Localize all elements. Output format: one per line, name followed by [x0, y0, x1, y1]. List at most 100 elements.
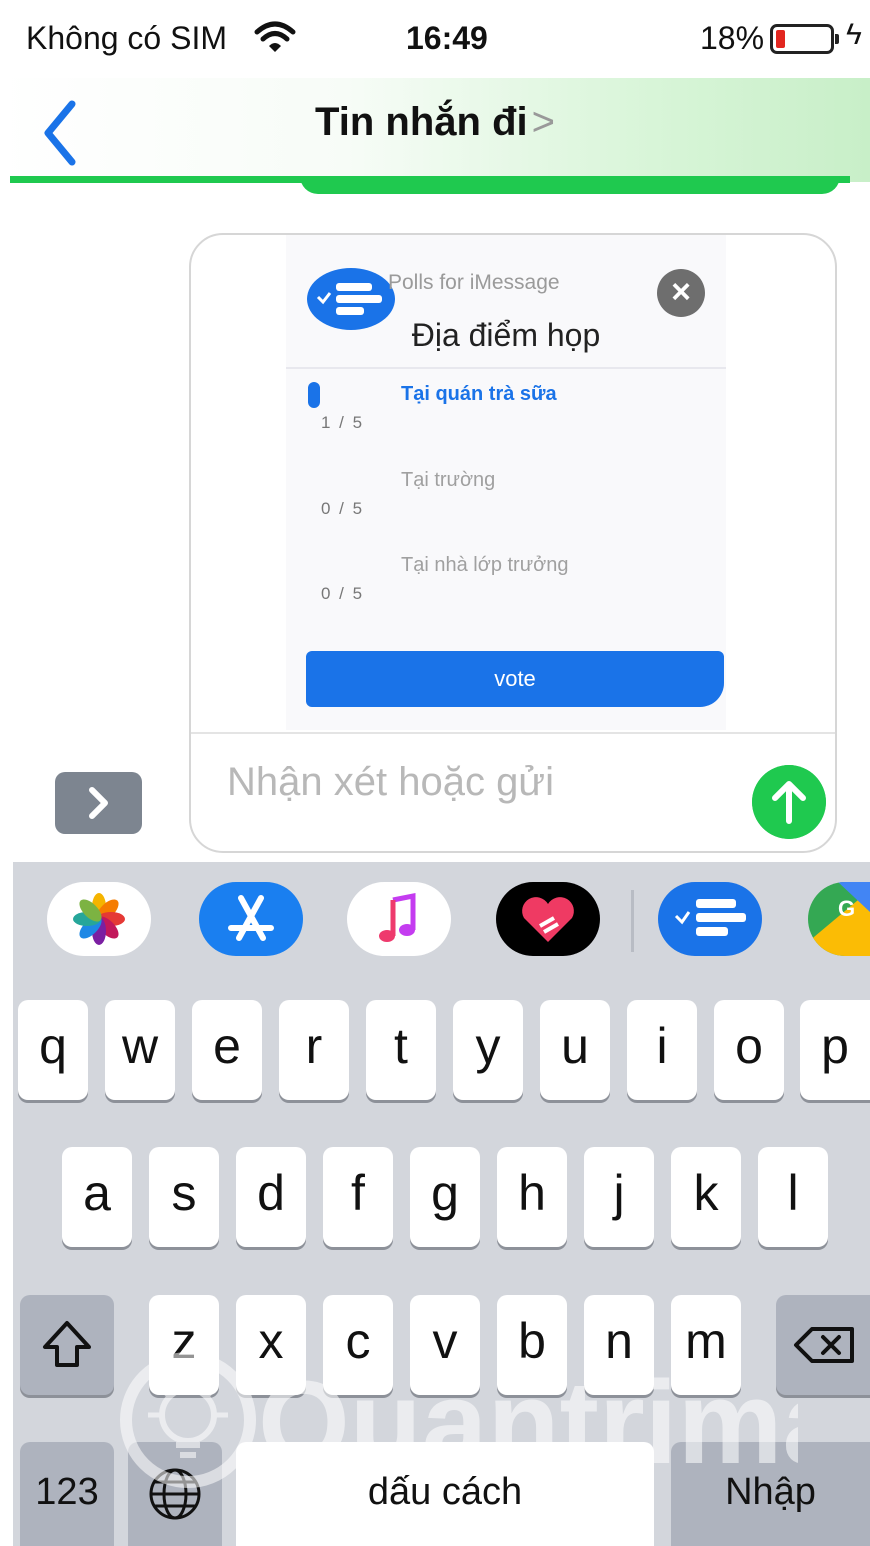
key-label: a [83, 1165, 111, 1221]
backspace-icon [794, 1327, 854, 1363]
key-c[interactable]: c [323, 1295, 393, 1395]
carrier-label: Không có SIM [26, 20, 227, 56]
key-label: y [475, 1018, 501, 1074]
key-label: c [345, 1313, 371, 1369]
key-z[interactable]: z [149, 1295, 219, 1395]
battery-icon [770, 24, 839, 54]
key-label: v [432, 1313, 458, 1369]
conversation-title-text: Tin nhắn đi [315, 100, 528, 144]
key-h[interactable]: h [497, 1147, 567, 1247]
key-j[interactable]: j [584, 1147, 654, 1247]
key-o[interactable]: o [714, 1000, 784, 1100]
battery-percent: 18% [700, 20, 765, 56]
poll-option-label[interactable]: Tại trường [401, 469, 495, 492]
key-label: n [605, 1313, 633, 1369]
key-label: p [821, 1018, 849, 1074]
key-v[interactable]: v [410, 1295, 480, 1395]
globe-icon [149, 1468, 201, 1520]
key-b[interactable]: b [497, 1295, 567, 1395]
svg-text:G: G [838, 896, 855, 921]
music-icon[interactable] [347, 882, 451, 956]
key-label: u [561, 1018, 589, 1074]
key-k[interactable]: k [671, 1147, 741, 1247]
key-l[interactable]: l [758, 1147, 828, 1247]
message-compose-card: Polls for iMessage × Địa điểm họp Tại qu… [189, 233, 837, 853]
poll-option-count: 0 / 5 [321, 584, 365, 603]
close-icon[interactable]: × [657, 269, 705, 317]
navigation-bar: Tin nhắn đi > [0, 78, 870, 182]
shift-icon [43, 1321, 91, 1367]
status-bar: Không có SIM 16:49 18% ϟ [0, 0, 870, 78]
key-i[interactable]: i [627, 1000, 697, 1100]
key-m[interactable]: m [671, 1295, 741, 1395]
key-label: q [39, 1018, 67, 1074]
key-label: o [735, 1018, 763, 1074]
app-strip-separator [631, 890, 634, 952]
key-r[interactable]: r [279, 1000, 349, 1100]
key-label: w [121, 1018, 159, 1074]
key-label: k [693, 1165, 719, 1221]
expand-apps-button[interactable] [55, 772, 142, 834]
key-label: Nhập [725, 1471, 816, 1513]
key-label: l [787, 1165, 799, 1221]
key-a[interactable]: a [62, 1147, 132, 1247]
key-y[interactable]: y [453, 1000, 523, 1100]
key-label: d [257, 1165, 285, 1221]
key-label: s [171, 1165, 197, 1221]
key-d[interactable]: d [236, 1147, 306, 1247]
key-n[interactable]: n [584, 1295, 654, 1395]
polls-icon[interactable] [658, 882, 762, 956]
key-label: z [171, 1313, 197, 1369]
poll-app-name: Polls for iMessage [388, 271, 560, 294]
message-input[interactable]: Nhận xét hoặc gửi [227, 760, 554, 805]
return-key[interactable]: Nhập [671, 1442, 870, 1546]
chevron-right-icon [89, 787, 108, 819]
send-arrow-icon[interactable] [752, 765, 826, 839]
poll-option-vote-bar [308, 382, 320, 408]
google-maps-icon[interactable]: G [808, 882, 870, 956]
key-g[interactable]: g [410, 1147, 480, 1247]
key-label: b [518, 1313, 546, 1369]
key-s[interactable]: s [149, 1147, 219, 1247]
space-key[interactable]: dấu cách [236, 1442, 654, 1546]
key-label: f [351, 1165, 365, 1221]
key-label: m [685, 1313, 727, 1369]
key-e[interactable]: e [192, 1000, 262, 1100]
key-label: h [518, 1165, 546, 1221]
previous-message-bubble [300, 176, 840, 194]
key-label: t [394, 1018, 408, 1074]
poll-option-label[interactable]: Tại nhà lớp trưởng [401, 554, 568, 577]
key-label: 123 [35, 1471, 99, 1513]
poll-divider [286, 367, 726, 369]
key-t[interactable]: t [366, 1000, 436, 1100]
conversation-title[interactable]: Tin nhắn đi > [0, 100, 870, 145]
poll-option-count: 1 / 5 [321, 413, 365, 432]
wifi-icon [254, 21, 296, 52]
photos-icon[interactable] [47, 882, 151, 956]
key-p[interactable]: p [800, 1000, 870, 1100]
key-label: e [213, 1018, 241, 1074]
title-chevron-icon: > [531, 100, 555, 144]
shift-key[interactable] [20, 1295, 114, 1395]
key-label: dấu cách [367, 1471, 523, 1513]
charging-icon: ϟ [846, 18, 862, 51]
numbers-key[interactable]: 123 [20, 1442, 114, 1546]
key-label: j [613, 1165, 625, 1221]
key-u[interactable]: u [540, 1000, 610, 1100]
key-x[interactable]: x [236, 1295, 306, 1395]
compose-divider [191, 732, 835, 734]
key-label: r [305, 1018, 323, 1074]
key-q[interactable]: q [18, 1000, 88, 1100]
key-w[interactable]: w [105, 1000, 175, 1100]
key-label: g [431, 1165, 459, 1221]
clock: 16:49 [406, 20, 488, 56]
heart-sticker-icon[interactable] [496, 882, 600, 956]
key-label: i [656, 1018, 668, 1074]
vote-button[interactable]: vote [306, 651, 724, 707]
delete-key[interactable] [776, 1295, 870, 1395]
app-store-icon[interactable] [199, 882, 303, 956]
key-f[interactable]: f [323, 1147, 393, 1247]
poll-option-label[interactable]: Tại quán trà sữa [401, 383, 557, 406]
globe-key[interactable] [128, 1442, 222, 1546]
poll-question: Địa điểm họp [411, 317, 601, 353]
